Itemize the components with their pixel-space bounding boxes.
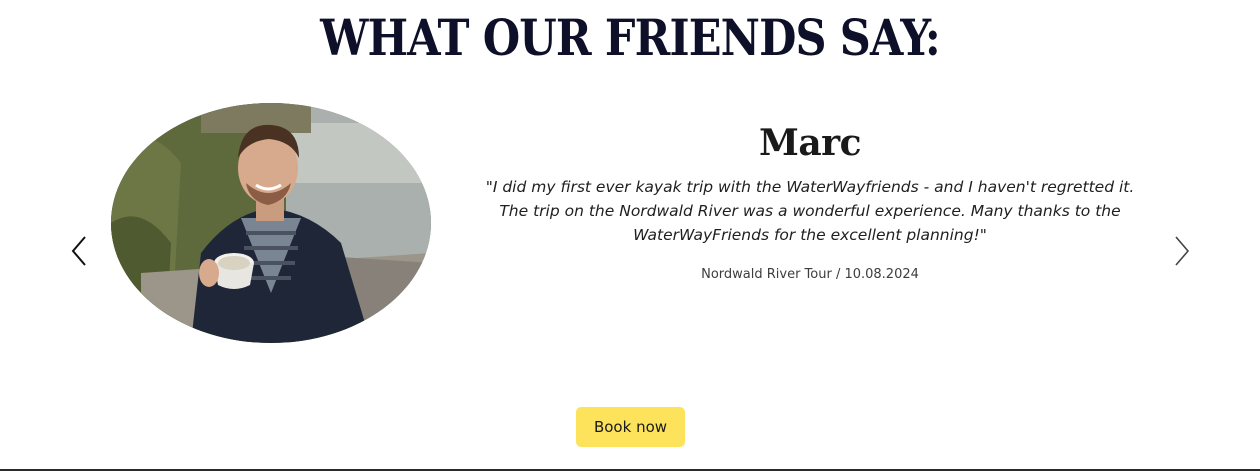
quote-line: The trip on the Nordwald River was a won…	[499, 202, 1121, 220]
person-photo-illustration	[111, 103, 431, 343]
chevron-left-icon	[71, 236, 86, 266]
book-now-button[interactable]: Book now	[576, 407, 685, 447]
quote-line: "I did my first ever kayak trip with the…	[485, 178, 1135, 196]
section-divider	[0, 469, 1260, 471]
quote-line: WaterWayFriends for the excellent planni…	[633, 226, 987, 244]
chevron-right-icon	[1175, 236, 1190, 266]
testimonial-photo	[111, 103, 431, 343]
section-title: WHAT OUR FRIENDS SAY:	[320, 8, 941, 67]
testimonial-quote: "I did my first ever kayak trip with the…	[470, 175, 1150, 247]
testimonial-tour-date: Nordwald River Tour / 10.08.2024	[701, 267, 919, 282]
carousel-next-button[interactable]	[1169, 234, 1193, 268]
testimonial-name: Marc	[758, 122, 862, 164]
carousel-prev-button[interactable]	[68, 234, 92, 268]
